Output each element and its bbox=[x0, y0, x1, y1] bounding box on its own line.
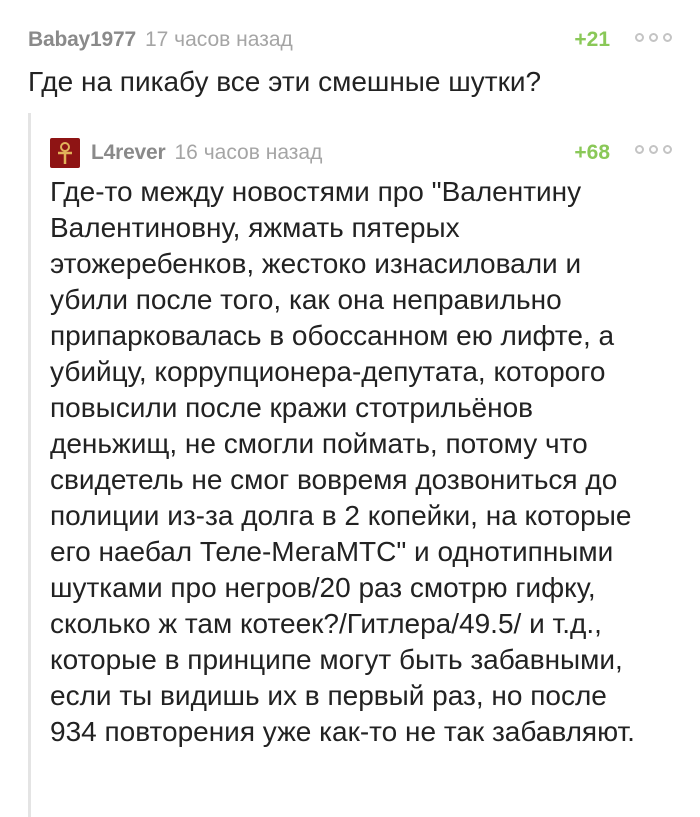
comment-timestamp[interactable]: 16 часов назад bbox=[175, 141, 323, 165]
text-line: Валентиновну, яжмать пятерых bbox=[50, 212, 460, 243]
text-line: которые в принципе могут быть забавными, bbox=[50, 644, 623, 675]
text-line: его наебал Теле-МегаМТС" и однотипными bbox=[50, 536, 614, 567]
text-line: этожеребенков, жестоко изнасиловали и bbox=[50, 248, 582, 279]
comment-header: L4rever 16 часов назад +68 bbox=[50, 136, 672, 170]
text-line: убийцу, коррупционера-депутата, которого bbox=[50, 356, 606, 387]
text-line: свидетель не смог вовремя дозвониться до bbox=[50, 464, 618, 495]
comment-author[interactable]: L4rever bbox=[91, 141, 166, 165]
text-line: если ты видишь их в первый раз, но после bbox=[50, 680, 607, 711]
comment-author[interactable]: Babay1977 bbox=[28, 28, 136, 52]
more-options-icon[interactable] bbox=[635, 145, 672, 154]
ankh-icon bbox=[58, 142, 72, 164]
comment-header: Babay1977 17 часов назад +21 bbox=[28, 24, 672, 56]
text-line: припарковалась в обоссанном ею лифте, а bbox=[50, 320, 615, 351]
reply-comment: L4rever 16 часов назад +68 Где-то между … bbox=[50, 136, 672, 750]
parent-comment: Babay1977 17 часов назад +21 Где на пика… bbox=[28, 24, 672, 100]
comment-text: Где на пикабу все эти смешные шутки? bbox=[28, 66, 542, 97]
text-line: шутками про негров/20 раз смотрю гифку, bbox=[50, 572, 596, 603]
comment-text: Где-то между новостями про "Валентину Ва… bbox=[50, 174, 670, 750]
text-line: убили после того, как она неправильно bbox=[50, 284, 562, 315]
text-line: 934 повторения уже как-то не так забавля… bbox=[50, 716, 635, 747]
comment-rating: +68 bbox=[574, 141, 610, 164]
ankh-avatar-icon[interactable] bbox=[50, 138, 80, 168]
text-line: полиции из-за долга в 2 копейки, на кото… bbox=[50, 500, 632, 531]
text-line: сколько ж там котеек?/Гитлера/49.5/ и т.… bbox=[50, 608, 602, 639]
text-line: деньжищ, не смогли поймать, потому что bbox=[50, 428, 588, 459]
more-options-icon[interactable] bbox=[635, 33, 672, 42]
comment-timestamp[interactable]: 17 часов назад bbox=[145, 28, 293, 52]
reply-branch-line[interactable] bbox=[28, 113, 31, 817]
text-line: Где-то между новостями про "Валентину bbox=[50, 176, 582, 207]
text-line: повысили после кражи стотрильёнов bbox=[50, 392, 534, 423]
comment-rating: +21 bbox=[574, 28, 610, 51]
